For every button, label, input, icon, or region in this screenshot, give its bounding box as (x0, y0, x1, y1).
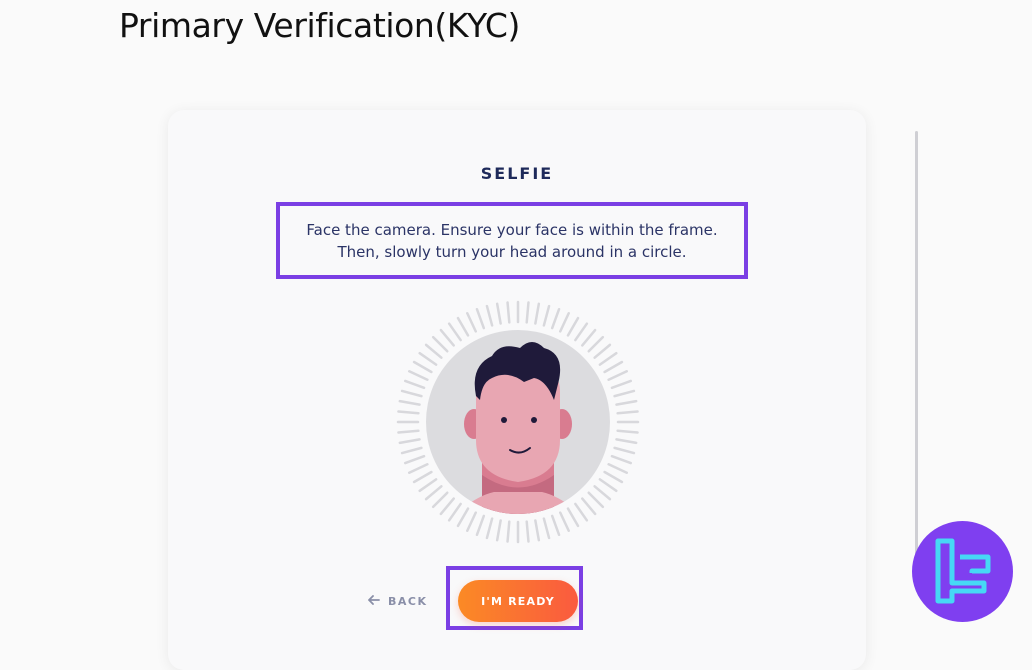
progress-tick (566, 507, 580, 528)
progress-tick (407, 463, 429, 474)
progress-tick (403, 454, 426, 465)
progress-tick (439, 328, 455, 347)
progress-tick (412, 360, 433, 374)
progress-tick (559, 511, 570, 533)
progress-tick (593, 343, 612, 359)
progress-tick (466, 511, 477, 533)
progress-tick (400, 446, 423, 455)
progress-tick (495, 519, 502, 542)
instruction-line-1: Face the camera. Ensure your face is wit… (306, 220, 718, 239)
progress-tick (397, 410, 420, 415)
logo-icon (935, 538, 991, 604)
progress-tick (598, 351, 618, 366)
face-avatar-illustration (396, 300, 640, 544)
progress-tick (542, 517, 551, 540)
selfie-card: SELFIE Face the camera. Ensure your face… (168, 110, 866, 670)
instruction-line-2: Then, slowly turn your head around in a … (337, 242, 687, 261)
face-avatar-svg (396, 300, 640, 544)
back-label: BACK (388, 595, 428, 608)
progress-tick (431, 335, 449, 353)
progress-tick (587, 491, 605, 509)
progress-tick (550, 514, 561, 537)
progress-tick (542, 304, 551, 327)
section-title: SELFIE (480, 164, 554, 183)
progress-tick (603, 470, 624, 484)
instructions-box: Face the camera. Ensure your face is wit… (276, 202, 748, 279)
progress-tick (616, 429, 639, 434)
progress-tick (574, 502, 589, 522)
progress-tick (615, 399, 638, 406)
progress-tick (613, 446, 636, 455)
progress-tick (581, 328, 597, 347)
page-title: Primary Verification(KYC) (119, 6, 521, 45)
progress-tick (398, 438, 421, 445)
progress-tick (485, 304, 494, 327)
progress-tick (400, 389, 423, 398)
progress-tick (587, 335, 605, 353)
progress-tick (550, 307, 561, 330)
progress-tick (418, 478, 438, 493)
progress-tick (607, 463, 629, 474)
progress-tick (593, 485, 612, 501)
progress-tick (525, 520, 530, 543)
progress-tick (439, 497, 455, 516)
progress-tick (424, 485, 443, 501)
progress-tick (407, 370, 429, 381)
progress-tick (607, 370, 629, 381)
progress-tick (418, 351, 438, 366)
progress-tick (613, 389, 636, 398)
arrow-left-icon (368, 595, 380, 608)
progress-tick (424, 343, 443, 359)
progress-tick (534, 519, 541, 542)
progress-tick (466, 311, 477, 333)
progress-tick (495, 302, 502, 325)
progress-tick (485, 517, 494, 540)
progress-tick (475, 307, 486, 330)
progress-tick (615, 438, 638, 445)
progress-tick (412, 470, 433, 484)
brand-logo (912, 521, 1013, 622)
progress-tick (447, 322, 462, 342)
progress-tick (475, 514, 486, 537)
progress-tick (456, 316, 470, 337)
progress-tick (506, 520, 511, 543)
progress-tick (456, 507, 470, 528)
progress-tick (559, 311, 570, 333)
progress-tick (525, 301, 530, 324)
progress-tick (398, 399, 421, 406)
progress-tick (574, 322, 589, 342)
progress-tick (603, 360, 624, 374)
progress-tick (403, 379, 426, 390)
progress-tick (397, 429, 420, 434)
progress-tick (598, 478, 618, 493)
scrollbar[interactable] (915, 131, 918, 561)
back-button[interactable]: BACK (368, 595, 428, 608)
ready-button[interactable]: I'M READY (458, 580, 578, 622)
progress-tick (610, 454, 633, 465)
progress-tick (566, 316, 580, 337)
progress-tick (610, 379, 633, 390)
progress-tick (616, 410, 639, 415)
progress-tick (447, 502, 462, 522)
progress-tick (431, 491, 449, 509)
progress-tick (506, 301, 511, 324)
progress-tick (534, 302, 541, 325)
progress-tick (581, 497, 597, 516)
